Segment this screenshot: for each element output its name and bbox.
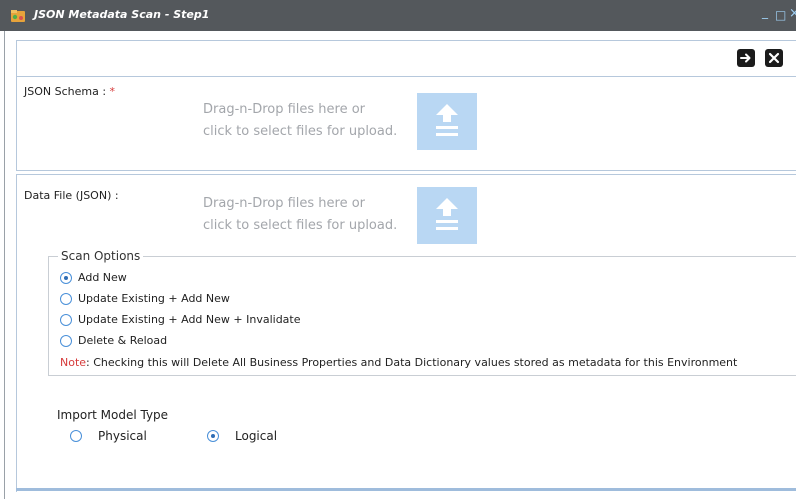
next-button[interactable] [737, 49, 755, 67]
datafile-dropzone-text[interactable]: Drag-n-Drop files here or click to selec… [203, 193, 397, 237]
close-dialog-button[interactable] [765, 49, 783, 67]
option-physical-label: Physical [98, 429, 147, 443]
scan-note: Note: Checking this will Delete All Busi… [60, 356, 737, 369]
json-schema-label: JSON Schema : * [24, 85, 116, 98]
arrow-right-icon [740, 53, 751, 63]
minimize-button[interactable]: _ [762, 5, 768, 19]
data-file-label: Data File (JSON) : [24, 189, 119, 202]
radio-update-existing-add-new[interactable] [60, 293, 72, 305]
schema-drop-line1: Drag-n-Drop files here or [203, 102, 366, 117]
schema-drop-line2: click to select files for upload. [203, 124, 398, 139]
json-schema-section: JSON Schema : * Drag-n-Drop files here o… [16, 76, 796, 171]
close-x-icon [768, 52, 780, 64]
window-close-button[interactable]: × [789, 6, 796, 21]
schema-dropzone-text[interactable]: Drag-n-Drop files here or click to selec… [203, 99, 397, 143]
radio-physical[interactable] [70, 430, 82, 442]
upload-arrow-icon [436, 104, 458, 136]
bottom-border [16, 488, 796, 491]
option-update-existing-add-new-label: Update Existing + Add New [78, 292, 230, 305]
option-add-new-label: Add New [78, 271, 127, 284]
radio-delete-reload[interactable] [60, 335, 72, 347]
option-logical-label: Logical [235, 429, 278, 443]
schema-upload-button[interactable] [417, 93, 477, 150]
window-title: JSON Metadata Scan - Step1 [34, 8, 210, 21]
radio-add-new[interactable] [60, 272, 72, 284]
note-text: : Checking this will Delete All Business… [86, 356, 738, 369]
datafile-drop-line2: click to select files for upload. [203, 218, 398, 233]
required-marker: * [109, 85, 116, 98]
option-update-existing-add-new-invalidate-label: Update Existing + Add New + Invalidate [78, 313, 301, 326]
scan-options-legend: Scan Options [58, 249, 144, 263]
toolbar-section [16, 40, 796, 76]
radio-logical[interactable] [207, 430, 219, 442]
import-model-type-label: Import Model Type [57, 408, 169, 422]
note-prefix: Note [60, 356, 87, 369]
upload-arrow-icon [436, 198, 458, 230]
datafile-upload-button[interactable] [417, 187, 477, 244]
maximize-button[interactable]: □ [775, 8, 786, 22]
option-delete-reload-label: Delete & Reload [78, 334, 168, 347]
title-bar: JSON Metadata Scan - Step1 _ □ × [0, 0, 796, 31]
radio-update-existing-add-new-invalidate[interactable] [60, 314, 72, 326]
app-icon [11, 10, 25, 22]
datafile-drop-line1: Drag-n-Drop files here or [203, 196, 366, 211]
